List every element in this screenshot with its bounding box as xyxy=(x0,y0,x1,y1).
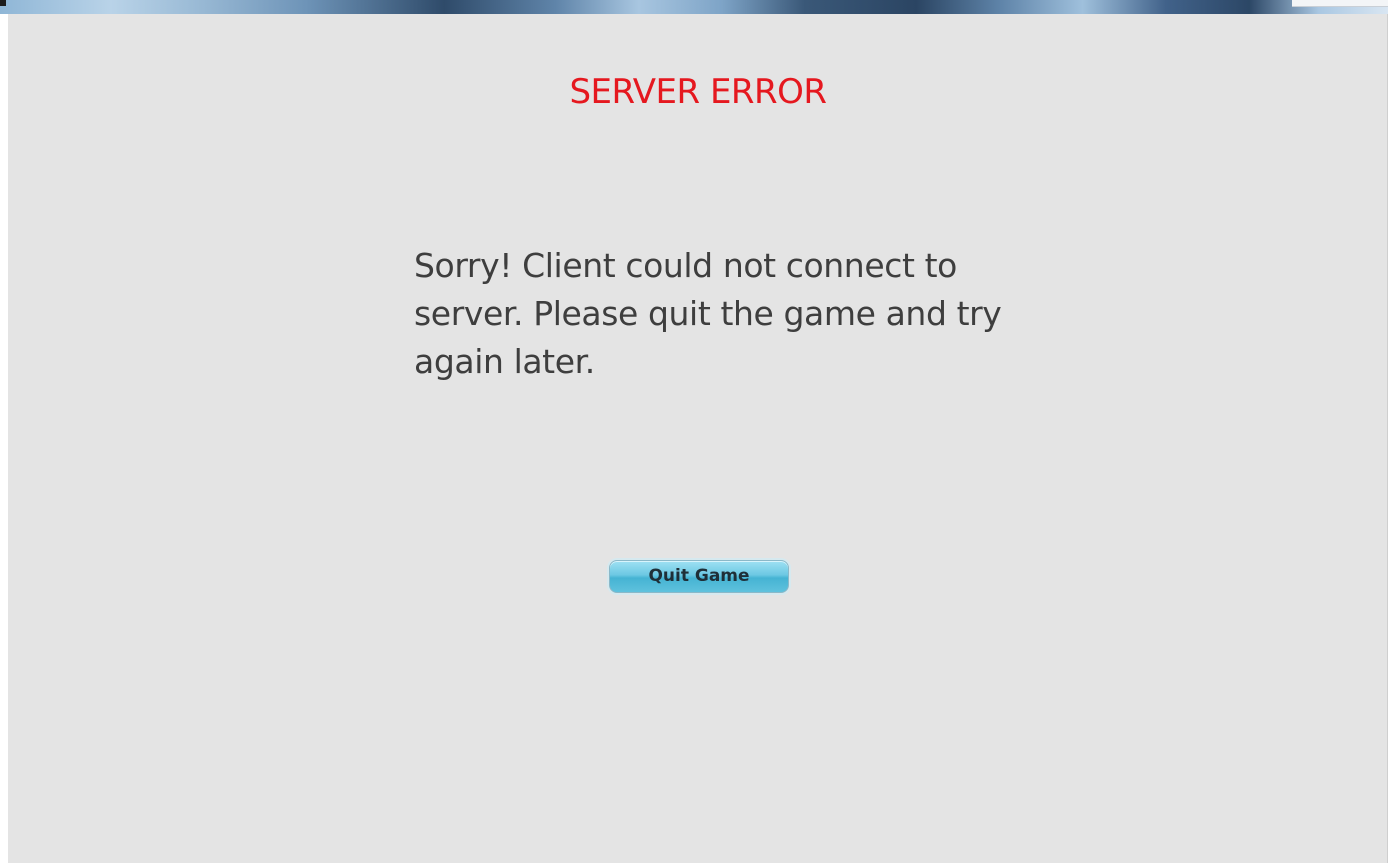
window-frame-left xyxy=(0,14,8,863)
quit-game-button[interactable]: Quit Game xyxy=(609,560,789,593)
error-message: Sorry! Client could not connect to serve… xyxy=(414,246,1002,381)
window-frame-edge xyxy=(1292,0,1388,7)
window-title-bar xyxy=(0,0,1388,14)
window-corner-icon xyxy=(0,0,6,6)
error-title: SERVER ERROR xyxy=(569,72,827,112)
